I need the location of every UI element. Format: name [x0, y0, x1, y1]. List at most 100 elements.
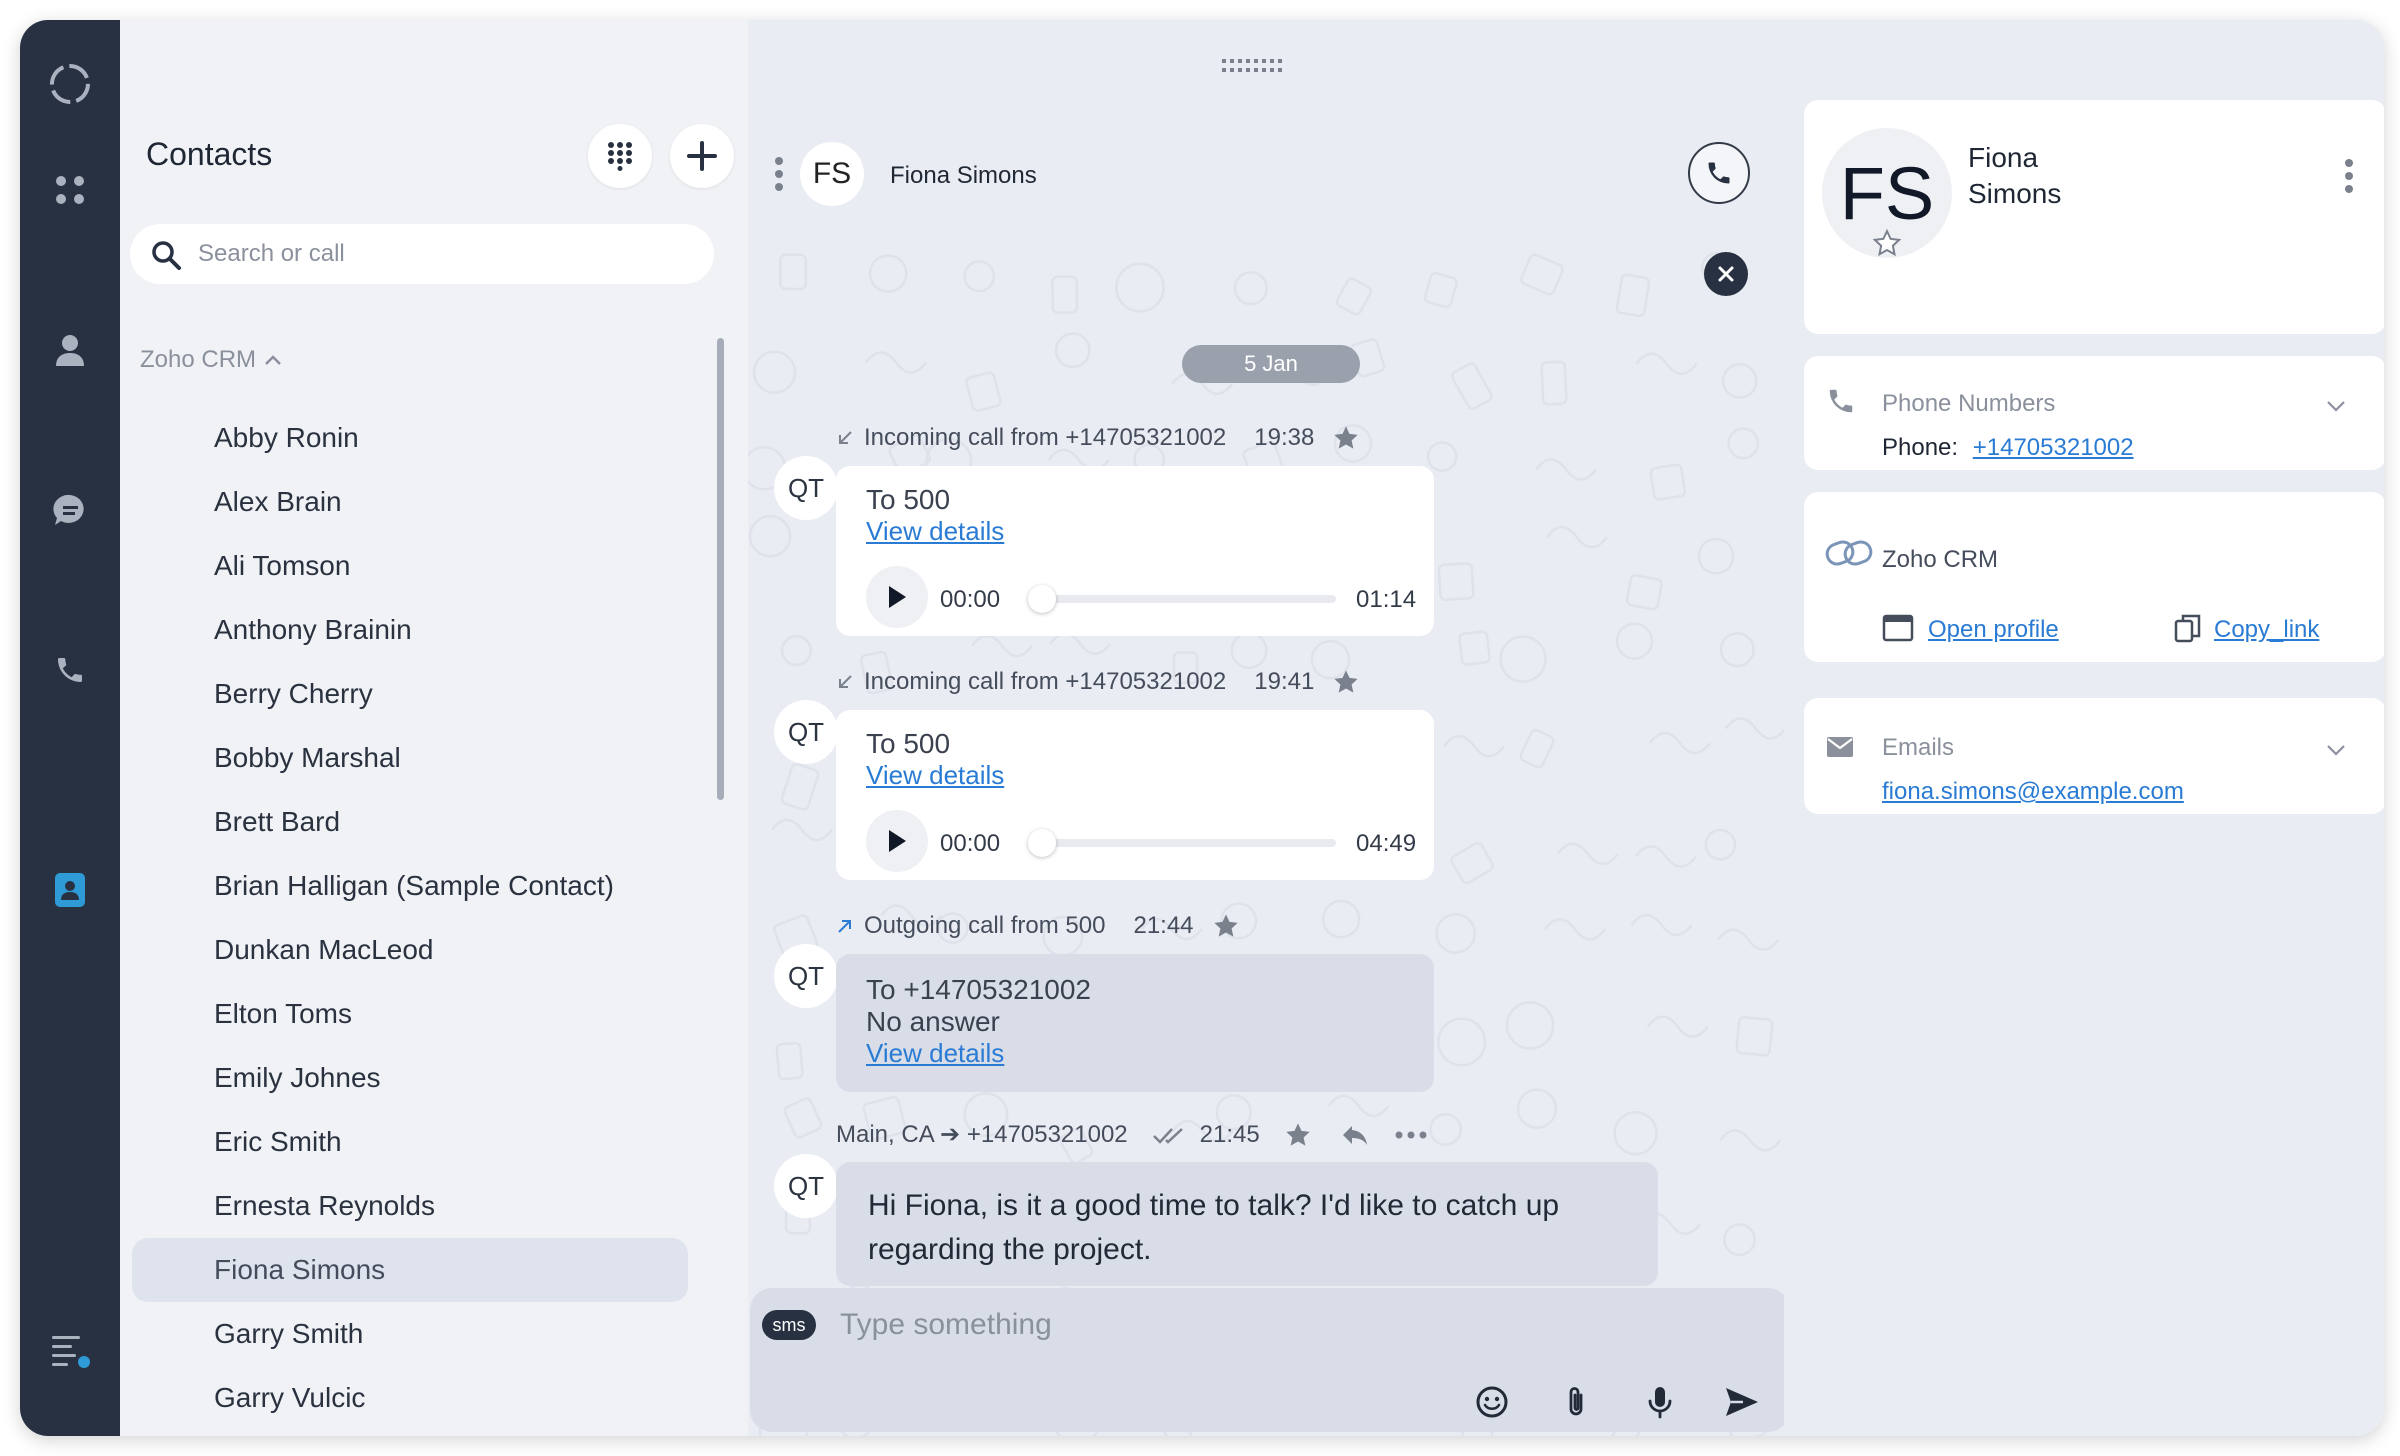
chat-bubble-icon[interactable]: [42, 482, 98, 538]
audio-seek-bar[interactable]: [1028, 585, 1336, 613]
contact-list-item[interactable]: Elton Toms: [120, 982, 720, 1046]
contact-list-item[interactable]: Berry Cherry: [120, 662, 720, 726]
call-title: Incoming call from +14705321002: [864, 668, 1227, 695]
contact-list-item[interactable]: Garry Smith: [120, 1302, 720, 1366]
contact-list-item[interactable]: Brian Halligan (Sample Contact): [120, 854, 720, 918]
play-button[interactable]: [866, 810, 928, 872]
star-icon[interactable]: [1284, 1121, 1312, 1149]
seek-knob[interactable]: [1028, 829, 1056, 857]
attachment-icon[interactable]: [1554, 1380, 1598, 1424]
view-details-link[interactable]: View details: [866, 760, 1404, 790]
wallpaper-doodle: [1724, 717, 1784, 740]
view-details-link[interactable]: View details: [866, 516, 1404, 546]
emails-card[interactable]: Emails fiona.simons@example.com: [1804, 698, 2384, 814]
wallpaper-doodle: [1635, 352, 1698, 375]
wallpaper-doodle: [1458, 630, 1491, 666]
wallpaper-doodle: [1327, 1094, 1390, 1118]
scrollbar[interactable]: [717, 338, 724, 800]
chevron-down-icon[interactable]: [2326, 400, 2346, 412]
add-contact-button[interactable]: [670, 124, 734, 188]
wallpaper-doodle: [1429, 1112, 1463, 1146]
seek-knob[interactable]: [1028, 585, 1056, 613]
contact-details-panel: FS Fiona Simons Phone Numbers Phone: +14…: [1784, 20, 2384, 1436]
profile-card: FS Fiona Simons: [1804, 100, 2384, 334]
person-icon[interactable]: [42, 322, 98, 378]
phone-icon: [1708, 162, 1730, 184]
contact-list-item[interactable]: Dunkan MacLeod: [120, 918, 720, 982]
audio-player: 00:00 01:14: [866, 558, 1416, 630]
menu-notification-icon[interactable]: [42, 1322, 98, 1378]
contact-list-item[interactable]: Garry Vulcic: [120, 1366, 720, 1430]
close-details-button[interactable]: [1704, 252, 1748, 296]
dialpad-button[interactable]: [588, 124, 652, 188]
crm-label: Zoho CRM: [1882, 546, 1999, 573]
app-logo-icon[interactable]: [42, 56, 98, 112]
phone-numbers-card[interactable]: Phone Numbers Phone: +14705321002: [1804, 356, 2384, 470]
microphone-icon[interactable]: [1638, 1380, 1682, 1424]
contact-list-item[interactable]: Abby Ronin: [120, 406, 720, 470]
group-header[interactable]: Zoho CRM: [140, 346, 282, 374]
chat-avatar: FS: [800, 142, 864, 206]
wallpaper-doodle: [1054, 332, 1091, 369]
call-bubble: To +14705321002 No answer View details: [836, 954, 1434, 1092]
send-icon[interactable]: [1720, 1380, 1764, 1424]
contact-list-item[interactable]: Bobby Marshal: [120, 726, 720, 790]
star-icon[interactable]: [1332, 424, 1360, 452]
contact-list-item[interactable]: Fiona Simons: [132, 1238, 688, 1302]
wallpaper-doodle: [1704, 828, 1737, 861]
contact-list-item[interactable]: Alex Brain: [120, 470, 720, 534]
more-horizontal-icon[interactable]: [1394, 1130, 1428, 1140]
email-link[interactable]: fiona.simons@example.com: [1882, 778, 2184, 806]
wallpaper-doodle: [778, 253, 808, 291]
call-title: Incoming call from +14705321002: [864, 424, 1227, 451]
call-button[interactable]: [1688, 142, 1750, 204]
drag-handle-icon[interactable]: [1222, 58, 1284, 79]
audio-seek-bar[interactable]: [1028, 829, 1336, 857]
reply-icon[interactable]: [1340, 1123, 1370, 1147]
call-bubble: To 500 View details 00:00 04:49: [836, 710, 1434, 880]
contact-list-item[interactable]: Ernesta Reynolds: [120, 1174, 720, 1238]
channel-badge[interactable]: sms: [762, 1310, 816, 1340]
wallpaper-doodle: [1721, 362, 1758, 399]
chevron-down-icon[interactable]: [2326, 744, 2346, 756]
search-box[interactable]: [130, 224, 714, 284]
wallpaper-doodle: [1697, 537, 1735, 575]
sms-bubble: Hi Fiona, is it a good time to talk? I'd…: [836, 1162, 1658, 1286]
call-header: Incoming call from +14705321002 19:41: [836, 668, 1360, 696]
phone-link[interactable]: +14705321002: [1973, 434, 2134, 461]
play-button[interactable]: [866, 566, 928, 628]
wallpaper-doodle: [1516, 1088, 1558, 1129]
contacts-panel: Contacts Zoho CRM Abby RoninAlex BrainAl…: [120, 20, 748, 1436]
more-vertical-icon[interactable]: [2344, 158, 2354, 194]
open-profile-link[interactable]: Open profile: [1928, 616, 2059, 644]
wallpaper-doodle: [1613, 1111, 1658, 1156]
contact-list-item[interactable]: Anthony Brainin: [120, 598, 720, 662]
contact-list-item[interactable]: Brett Bard: [120, 790, 720, 854]
audio-position: 00:00: [940, 830, 1001, 857]
message-input[interactable]: [838, 1298, 1738, 1352]
more-vertical-icon[interactable]: [774, 156, 784, 197]
wallpaper-doodle: [1423, 271, 1458, 309]
contacts-book-icon[interactable]: [42, 862, 98, 918]
contact-list-item[interactable]: Emily Johnes: [120, 1046, 720, 1110]
phone-icon[interactable]: [42, 642, 98, 698]
chat-header: [748, 20, 1784, 232]
star-icon[interactable]: [1212, 912, 1240, 940]
emoji-icon[interactable]: [1470, 1380, 1514, 1424]
contact-list-item[interactable]: Eric Smith: [120, 1110, 720, 1174]
wallpaper-doodle: [775, 1041, 804, 1081]
plus-icon: [687, 141, 717, 171]
dashboard-grid-icon[interactable]: [42, 162, 98, 218]
wallpaper-doodle: [1426, 441, 1458, 472]
copy-link-button[interactable]: Copy_link: [2214, 616, 2319, 644]
contact-list-item[interactable]: Ali Tomson: [120, 534, 720, 598]
search-input[interactable]: [196, 224, 696, 284]
chat-contact-name: Fiona Simons: [890, 162, 1037, 189]
view-details-link[interactable]: View details: [866, 1038, 1404, 1068]
app-window: Contacts Zoho CRM Abby RoninAlex BrainAl…: [20, 20, 2384, 1436]
favorite-star-icon[interactable]: [1872, 228, 1902, 258]
wallpaper-doodle: [1646, 1015, 1709, 1038]
call-bubble: To 500 View details 00:00 01:14: [836, 466, 1434, 636]
star-icon[interactable]: [1332, 668, 1360, 696]
play-icon: [889, 830, 906, 852]
